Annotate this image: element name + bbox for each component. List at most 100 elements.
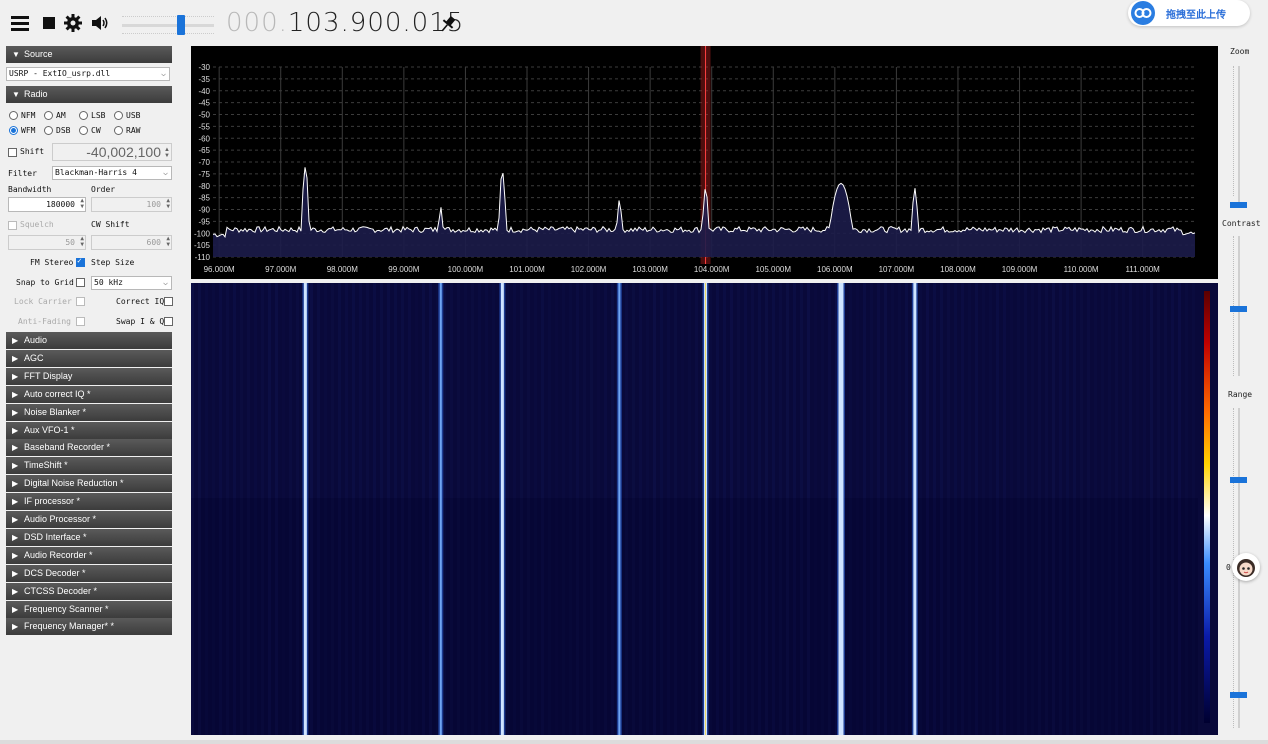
- correct-iq-checkbox[interactable]: [164, 297, 173, 306]
- section-title: Frequency Manager* *: [24, 621, 115, 632]
- section-title: Audio Processor *: [24, 514, 97, 524]
- step-size-select[interactable]: 50 kHz ⌵: [91, 276, 172, 290]
- mode-radio-raw[interactable]: RAW: [114, 124, 140, 136]
- expand-arrow-icon: ▶: [12, 461, 19, 471]
- range-top-thumb[interactable]: [1230, 477, 1247, 483]
- mode-radio-usb[interactable]: USB: [114, 109, 140, 121]
- section-header-collapsed[interactable]: ▶ TimeShift *: [6, 457, 172, 475]
- frequency-display[interactable]: 000.103.900.015: [226, 8, 464, 38]
- shift-spinbox[interactable]: -40,002,100 ▲ ▼: [52, 143, 172, 161]
- waterfall-display[interactable]: [191, 283, 1218, 735]
- waterfall-signal-trace: [439, 283, 442, 735]
- section-header-source[interactable]: ▼ Source: [6, 46, 172, 63]
- fm-stereo-label: FM Stereo: [30, 258, 74, 267]
- section-title: AGC: [24, 352, 44, 363]
- section-header-collapsed[interactable]: ▶ AGC: [6, 349, 172, 367]
- section-header-collapsed[interactable]: ▶ FFT Display: [6, 367, 172, 385]
- snap-to-grid-label: Snap to Grid: [16, 278, 74, 287]
- spectrum-display[interactable]: -30 -35 -40 -45 -50 -55 -60 -65 -70 -75 -80 -85 -90 -…: [191, 46, 1218, 279]
- squelch-checkbox[interactable]: [8, 221, 17, 230]
- section-header-collapsed[interactable]: ▶ DCS Decoder *: [6, 564, 172, 582]
- range-bottom-thumb[interactable]: [1230, 692, 1247, 698]
- zoom-thumb[interactable]: [1230, 202, 1247, 208]
- section-header-collapsed[interactable]: ▶ IF processor *: [6, 493, 172, 511]
- cw-shift-label: CW Shift: [91, 220, 130, 229]
- mode-radio-wfm[interactable]: WFM: [9, 124, 35, 136]
- volume-thumb[interactable]: [177, 15, 185, 35]
- shift-checkbox[interactable]: [8, 148, 17, 157]
- section-header-collapsed[interactable]: ▶ Digital Noise Reduction *: [6, 475, 172, 493]
- chevron-down-icon: ⌵: [163, 168, 168, 177]
- assistant-avatar[interactable]: [1232, 553, 1260, 581]
- volume-slider[interactable]: [122, 24, 214, 27]
- frequency-tick-label: 98.000M: [327, 265, 358, 274]
- order-spinbox[interactable]: 100 ▲ ▼: [91, 197, 172, 212]
- source-device-select[interactable]: USRP - ExtIO_usrp.dll ⌵: [6, 67, 170, 81]
- mode-radio-am[interactable]: AM: [44, 109, 66, 121]
- menu-icon[interactable]: [10, 13, 30, 33]
- pin-icon[interactable]: [438, 14, 458, 34]
- lock-carrier-checkbox[interactable]: [76, 297, 85, 306]
- step-size-label: Step Size: [91, 258, 135, 267]
- zoom-slider[interactable]: [1238, 66, 1240, 206]
- section-header-collapsed[interactable]: ▶ Auto correct IQ *: [6, 385, 172, 403]
- waterfall-signal-trace: [838, 283, 844, 735]
- mode-radio-cw[interactable]: CW: [79, 124, 101, 136]
- expand-arrow-icon: ▶: [12, 371, 19, 381]
- db-tick-label: -35: [198, 75, 210, 84]
- section-header-collapsed[interactable]: ▶ DSD Interface *: [6, 528, 172, 546]
- section-title: Digital Noise Reduction *: [24, 478, 124, 489]
- stop-icon[interactable]: [40, 13, 60, 33]
- waterfall-signal-trace: [913, 283, 917, 735]
- zoom-label: Zoom: [1230, 47, 1250, 56]
- contrast-thumb[interactable]: [1230, 306, 1247, 312]
- mode-label: DSB: [56, 125, 71, 135]
- cw-shift-spinbox[interactable]: 600 ▲ ▼: [91, 235, 172, 250]
- swap-iq-checkbox[interactable]: [164, 317, 173, 326]
- lock-carrier-label: Lock Carrier: [14, 297, 72, 306]
- frequency-tick-label: 104.000M: [694, 265, 730, 274]
- filter-label: Filter: [8, 169, 37, 178]
- db-tick-label: -60: [198, 134, 210, 143]
- mode-radio-lsb[interactable]: LSB: [79, 109, 105, 121]
- mode-radio-nfm[interactable]: NFM: [9, 109, 35, 121]
- section-header-collapsed[interactable]: ▶ Audio Processor *: [6, 511, 172, 528]
- fm-stereo-checkbox[interactable]: [76, 256, 85, 267]
- radio-dot: [9, 110, 18, 120]
- bandwidth-value: 180000: [46, 200, 75, 209]
- gear-icon[interactable]: [63, 13, 83, 33]
- snap-to-grid-checkbox[interactable]: [76, 278, 85, 287]
- db-tick-label: -85: [198, 194, 210, 203]
- section-title: Radio: [24, 89, 48, 99]
- frequency-tick-label: 103.000M: [632, 265, 668, 274]
- section-title: Baseband Recorder *: [24, 442, 111, 453]
- section-header-collapsed[interactable]: ▶ Audio: [6, 332, 172, 349]
- frequency-tick-label: 110.000M: [1064, 265, 1099, 274]
- anti-fading-checkbox[interactable]: [76, 317, 85, 326]
- expand-arrow-icon: ▶: [12, 407, 19, 417]
- frequency-tick-label: 99.000M: [388, 265, 419, 274]
- expand-arrow-icon: ▶: [12, 389, 19, 399]
- section-header-collapsed[interactable]: ▶ Noise Blanker *: [6, 403, 172, 421]
- section-header-collapsed[interactable]: ▶ Frequency Manager* *: [6, 618, 172, 636]
- frequency-tick-label: 109.000M: [1002, 265, 1038, 274]
- speaker-icon[interactable]: [90, 13, 110, 33]
- filter-select[interactable]: Blackman-Harris 4 ⌵: [52, 166, 172, 180]
- section-header-collapsed[interactable]: ▶ CTCSS Decoder *: [6, 582, 172, 600]
- section-header-collapsed[interactable]: ▶ Aux VFO-1 *: [6, 421, 172, 439]
- mode-radio-dsb[interactable]: DSB: [44, 124, 70, 136]
- waterfall-lower-region: [191, 498, 1198, 735]
- cloud-logo-icon: [1131, 1, 1155, 25]
- bandwidth-spinbox[interactable]: 180000 ▲ ▼: [8, 197, 86, 212]
- squelch-spinbox[interactable]: 50 ▲ ▼: [8, 235, 86, 250]
- squelch-label: Squelch: [20, 220, 54, 229]
- db-tick-label: -110: [195, 253, 211, 262]
- section-header-radio[interactable]: ▼ Radio: [6, 86, 172, 103]
- section-header-collapsed[interactable]: ▶ Audio Recorder *: [6, 546, 172, 564]
- expand-arrow-icon: ▶: [12, 353, 19, 363]
- mode-label: AM: [56, 110, 66, 120]
- upload-button[interactable]: 拖拽至此上传: [1128, 0, 1250, 26]
- section-header-collapsed[interactable]: ▶ Baseband Recorder *: [6, 439, 172, 457]
- frequency-tick-label: 105.000M: [755, 265, 791, 274]
- section-header-collapsed[interactable]: ▶ Frequency Scanner *: [6, 600, 172, 618]
